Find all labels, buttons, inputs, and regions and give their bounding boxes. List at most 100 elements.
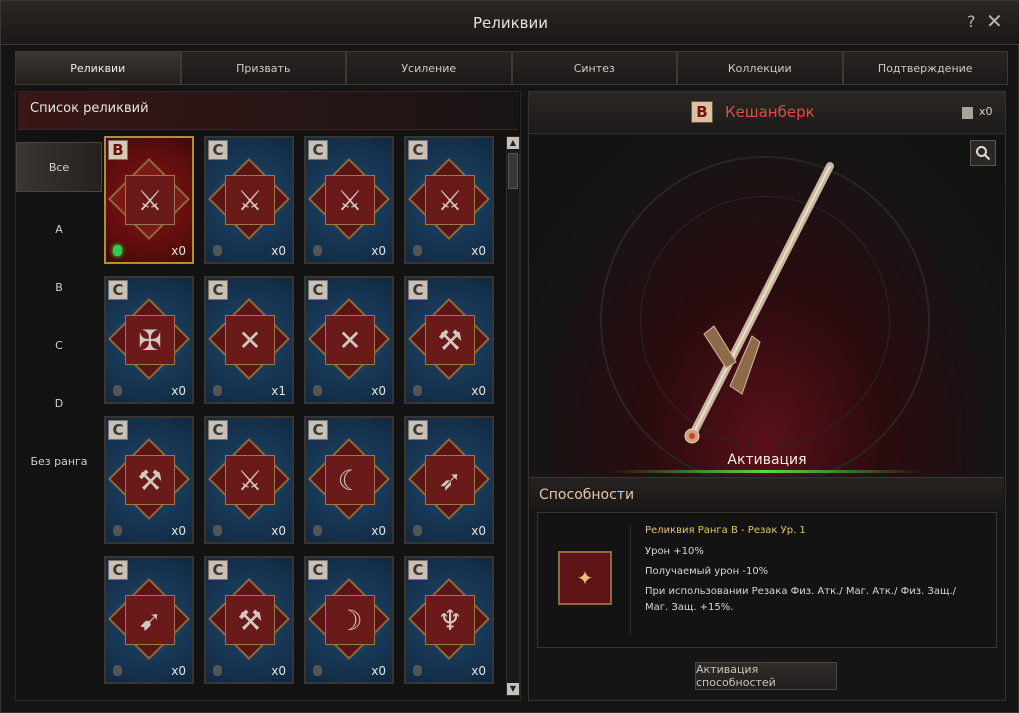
- stone-icon: [313, 245, 322, 256]
- curved-blade-icon: ☽: [337, 603, 363, 637]
- rank-badge: C: [108, 560, 128, 580]
- relic-list-header: Список реликвий: [18, 92, 518, 130]
- relic-card[interactable]: C ⚔ x0: [204, 136, 294, 264]
- rank-badge: C: [408, 280, 428, 300]
- bow-icon: ➹: [138, 603, 162, 637]
- card-count: x0: [371, 524, 386, 538]
- card-count: x0: [371, 384, 386, 398]
- magnifier-icon: [976, 146, 991, 161]
- tab-confirmation[interactable]: Подтверждение: [842, 51, 1008, 85]
- activation-glow: [610, 470, 924, 473]
- ability-box: ✦ Реликвия Ранга B - Резак Ур. 1 Урон +1…: [537, 512, 997, 648]
- filter-rank-c[interactable]: C: [16, 316, 102, 374]
- scythe-icon: ☾: [337, 463, 363, 497]
- relic-card[interactable]: C ♆ x0: [404, 556, 494, 684]
- relic-card[interactable]: C ⚔ x0: [304, 136, 394, 264]
- card-count: x0: [271, 664, 286, 678]
- daggers-icon: ⚔: [337, 183, 363, 217]
- relic-card[interactable]: C ⚒ x0: [204, 556, 294, 684]
- tab-collections[interactable]: Коллекции: [677, 51, 843, 85]
- relic-card[interactable]: C ➶ x0: [404, 416, 494, 544]
- ability-divider: [630, 525, 631, 635]
- tab-synthesis[interactable]: Синтез: [511, 51, 677, 85]
- relics-window: Реликвии ? ✕ Реликвии Призвать Усиление …: [0, 0, 1019, 713]
- stone-icon: [113, 385, 122, 396]
- card-count: x0: [471, 664, 486, 678]
- filter-rank-b[interactable]: B: [16, 258, 102, 316]
- rank-badge: C: [208, 420, 228, 440]
- scroll-thumb[interactable]: [508, 153, 518, 189]
- activate-abilities-button[interactable]: Активация способностей: [695, 662, 837, 690]
- close-icon[interactable]: ✕: [986, 9, 1003, 33]
- relic-list-panel: Список реликвий Все A B C D Без ранга B ⚔…: [15, 91, 521, 701]
- trident-icon: ♆: [437, 603, 463, 637]
- tab-summon[interactable]: Призвать: [180, 51, 346, 85]
- rank-badge: B: [108, 140, 128, 160]
- relic-card[interactable]: B ⚔ x0: [104, 136, 194, 264]
- window-title: Реликвии: [472, 14, 548, 32]
- relic-card[interactable]: C ➹ x0: [104, 556, 194, 684]
- card-count: x1: [271, 384, 286, 398]
- tab-enhance[interactable]: Усиление: [346, 51, 512, 85]
- scroll-down-arrow-icon[interactable]: ▼: [507, 683, 519, 695]
- stone-icon: [213, 385, 222, 396]
- relic-card[interactable]: C ⚔ x0: [204, 416, 294, 544]
- crossed-swords-icon: ✕: [238, 323, 262, 357]
- tab-relics[interactable]: Реликвии: [15, 51, 181, 85]
- stone-icon: [213, 245, 222, 256]
- relic-list-scrollbar[interactable]: ▲ ▼: [506, 136, 520, 696]
- battle-axe-icon: ⚒: [137, 463, 163, 497]
- filter-rank-a[interactable]: A: [16, 200, 102, 258]
- relic-card[interactable]: C ☾ x0: [304, 416, 394, 544]
- crossed-swords-icon: ✕: [338, 323, 362, 357]
- stone-icon: [113, 525, 122, 536]
- relic-card[interactable]: C ⚒ x0: [404, 276, 494, 404]
- abilities-header: Способности: [530, 477, 1004, 511]
- relic-card[interactable]: C ✕ x1: [204, 276, 294, 404]
- rank-badge: C: [308, 280, 328, 300]
- rank-badge: C: [408, 420, 428, 440]
- stone-icon: [413, 525, 422, 536]
- help-icon[interactable]: ?: [967, 12, 976, 31]
- stone-icon: [113, 665, 122, 676]
- filter-rank-d[interactable]: D: [16, 374, 102, 432]
- zoom-button[interactable]: [970, 140, 996, 166]
- card-count: x0: [371, 244, 386, 258]
- rank-badge: C: [208, 280, 228, 300]
- relic-sword-image: [684, 162, 834, 444]
- relic-card[interactable]: C ✠ x0: [104, 276, 194, 404]
- card-count: x0: [171, 524, 186, 538]
- rank-badge: C: [208, 140, 228, 160]
- card-count: x0: [471, 244, 486, 258]
- filter-all[interactable]: Все: [16, 142, 102, 192]
- hammer-icon: ⚒: [437, 323, 463, 357]
- stone-icon: [413, 385, 422, 396]
- relic-card[interactable]: C ⚔ x0: [404, 136, 494, 264]
- card-count: x0: [271, 524, 286, 538]
- tab-bar: Реликвии Призвать Усиление Синтез Коллек…: [15, 51, 1008, 85]
- relic-card[interactable]: C ⚒ x0: [104, 416, 194, 544]
- daggers-icon: ⚔: [237, 183, 263, 217]
- card-icon: [962, 107, 973, 119]
- rank-badge: C: [108, 420, 128, 440]
- relic-list-title: Список реликвий: [30, 101, 149, 116]
- stone-icon: [213, 665, 222, 676]
- relic-card-count: x0: [979, 105, 993, 118]
- rank-badge: C: [308, 420, 328, 440]
- ability-effect-2: Получаемый урон -10%: [645, 566, 769, 577]
- filter-no-rank[interactable]: Без ранга: [16, 432, 102, 490]
- ability-effect-3: При использовании Резака Физ. Атк./ Маг.…: [645, 586, 956, 613]
- scroll-up-arrow-icon[interactable]: ▲: [507, 137, 519, 149]
- relic-detail-header: B Кешанберк x0: [529, 92, 1005, 134]
- stone-icon: [413, 665, 422, 676]
- relic-card[interactable]: C ☽ x0: [304, 556, 394, 684]
- stone-icon: [313, 385, 322, 396]
- golden-sword-icon: ✠: [138, 323, 162, 357]
- relic-card[interactable]: C ✕ x0: [304, 276, 394, 404]
- four-point-star-icon: ✦: [576, 566, 594, 590]
- stone-icon: [213, 525, 222, 536]
- rank-badge: C: [308, 560, 328, 580]
- ability-name: Реликвия Ранга B - Резак Ур. 1: [645, 525, 806, 536]
- rank-badge: C: [308, 140, 328, 160]
- stone-icon: [313, 525, 322, 536]
